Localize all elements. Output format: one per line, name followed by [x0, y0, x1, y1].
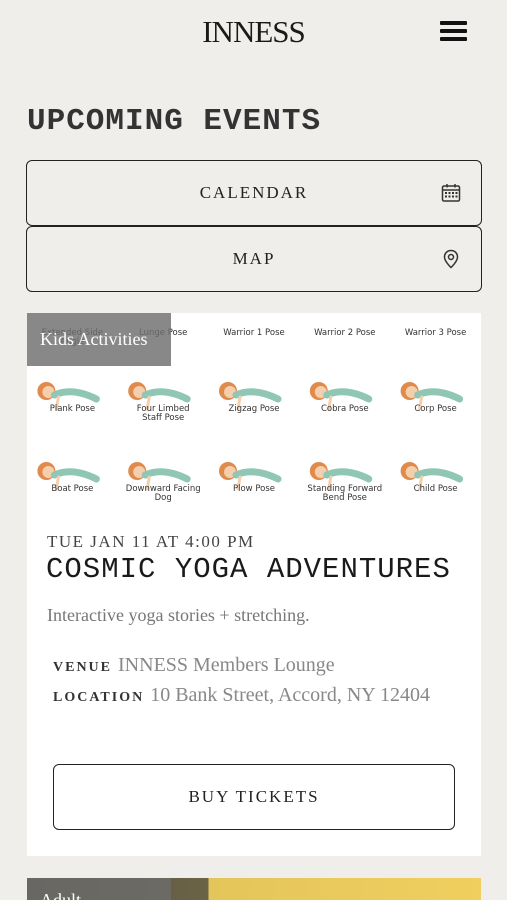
yoga-pose-label: Warrior 1 Pose	[223, 328, 284, 338]
menu-bar	[440, 37, 467, 41]
hamburger-menu-icon[interactable]	[439, 19, 469, 43]
calendar-button-label: CALENDAR	[199, 183, 309, 202]
calendar-icon	[441, 184, 461, 202]
category-tag: Kids Activities	[27, 313, 171, 366]
event-date: TUE JAN 11 AT 4:00 PM	[47, 532, 255, 551]
yoga-pose-label: Cobra Pose	[321, 404, 369, 414]
venue-label: VENUE	[53, 660, 113, 675]
event-title[interactable]: COSMIC YOGA ADVENTURES	[46, 553, 451, 586]
menu-bar	[440, 21, 467, 25]
calendar-button[interactable]: CALENDAR	[26, 160, 482, 226]
map-button-label: MAP	[232, 249, 276, 268]
event-location: LOCATION 10 Bank Street, Accord, NY 12404	[53, 680, 443, 713]
map-button[interactable]: MAP	[26, 226, 482, 292]
event-card[interactable]: Extended SideAngleLunge PoseWarrior 1 Po…	[27, 313, 481, 856]
site-logo[interactable]: INNESS	[0, 14, 507, 50]
next-category-tag: Adult Programming	[27, 878, 171, 900]
menu-bar	[440, 29, 467, 33]
page-title: UPCOMING EVENTS	[27, 104, 322, 139]
site-header: INNESS	[0, 0, 507, 68]
buy-tickets-button[interactable]: BUY TICKETS	[53, 764, 455, 830]
yoga-pose-label: Plow Pose	[233, 484, 275, 494]
map-pin-icon	[443, 249, 459, 269]
yoga-pose-label: Child Pose	[414, 484, 458, 494]
location-value: 10 Bank Street, Accord, NY 12404	[150, 684, 430, 706]
venue-value: INNESS Members Lounge	[118, 654, 335, 676]
event-venue: VENUE INNESS Members Lounge	[53, 650, 443, 683]
yoga-pose-label: Plank Pose	[50, 404, 95, 414]
yoga-pose-label: Staff Pose	[142, 413, 184, 423]
yoga-pose-label: Zigzag Pose	[228, 404, 279, 414]
yoga-pose-label: Boat Pose	[51, 484, 93, 494]
next-event-card[interactable]: Adult Programming	[27, 878, 481, 900]
event-description: Interactive yoga stories + stretching.	[47, 605, 310, 625]
yoga-pose-label: Warrior 3 Pose	[405, 328, 466, 338]
event-image[interactable]: Extended SideAngleLunge PoseWarrior 1 Po…	[27, 313, 481, 509]
yoga-pose-label: Corp Pose	[414, 404, 456, 414]
buy-tickets-label: BUY TICKETS	[188, 787, 320, 806]
yoga-pose-label: Bend Pose	[323, 493, 367, 503]
yoga-pose-label: Dog	[155, 493, 172, 503]
location-label: LOCATION	[53, 690, 145, 705]
yoga-pose-label: Warrior 2 Pose	[314, 328, 375, 338]
